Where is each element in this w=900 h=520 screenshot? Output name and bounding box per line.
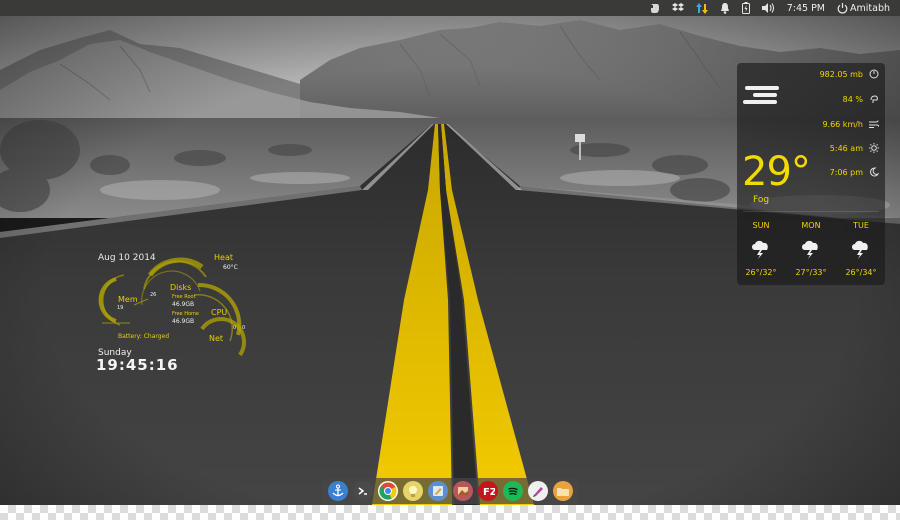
pressure-row: 982.05 mb bbox=[820, 69, 879, 79]
chrome-icon[interactable] bbox=[377, 481, 398, 501]
text-editor-icon[interactable] bbox=[427, 481, 448, 501]
net-value: 0 bbox=[242, 325, 246, 331]
terminal-icon[interactable] bbox=[352, 481, 373, 501]
system-monitor-widget: Aug 10 2014 Heat 60°C Mem 19 26 Disks Fr… bbox=[90, 245, 260, 375]
heat-label: Heat bbox=[214, 253, 233, 262]
humidity-row: 84 % bbox=[843, 94, 879, 104]
files-icon[interactable] bbox=[552, 481, 573, 501]
forecast-day: TUE 26°/34° bbox=[837, 221, 885, 277]
forecast-day-name: TUE bbox=[853, 221, 869, 230]
thunderstorm-icon bbox=[802, 240, 818, 259]
top-panel: 7:45 PM Amitabh bbox=[0, 0, 900, 16]
wind-icon bbox=[869, 120, 879, 128]
net-label: Net bbox=[209, 334, 224, 343]
cpu-value: 0 bbox=[233, 325, 237, 331]
power-icon[interactable] bbox=[831, 0, 850, 16]
notification-bell-icon[interactable] bbox=[714, 0, 736, 16]
network-updown-icon[interactable] bbox=[690, 0, 714, 16]
forecast-day: SUN 26°/32° bbox=[737, 221, 785, 277]
humidity-value: 84 % bbox=[842, 94, 863, 104]
panel-clock[interactable]: 7:45 PM bbox=[781, 0, 831, 16]
moon-icon bbox=[870, 167, 879, 177]
disks-label: Disks bbox=[170, 283, 192, 292]
disk-home-label: Free Home bbox=[172, 311, 199, 317]
panel-user-name[interactable]: Amitabh bbox=[850, 0, 896, 16]
battery-status: Battery: Charged bbox=[118, 333, 170, 340]
conky-clock: 19:45:16 bbox=[96, 356, 179, 374]
pressure-value: 982.05 mb bbox=[819, 69, 863, 79]
wind-row: 9.66 km/h bbox=[822, 119, 879, 129]
disk-root-label: Free Root bbox=[172, 294, 196, 300]
dock: FZ bbox=[322, 478, 578, 504]
divider bbox=[743, 211, 879, 212]
current-temperature: 29° bbox=[742, 149, 811, 195]
fog-icon bbox=[743, 86, 779, 104]
cpu-label: CPU bbox=[211, 308, 228, 317]
current-condition: Fog bbox=[753, 195, 770, 205]
forecast-day: MON 27°/33° bbox=[787, 221, 835, 277]
forecast-day-name: SUN bbox=[752, 221, 770, 230]
transparency-strip bbox=[0, 505, 900, 520]
sunset-row: 7:06 pm bbox=[830, 167, 879, 177]
mem-value-2: 26 bbox=[150, 292, 157, 298]
humidity-icon bbox=[870, 95, 878, 103]
mem-label: Mem bbox=[118, 295, 138, 304]
forecast-day-name: MON bbox=[801, 221, 821, 230]
battery-icon[interactable] bbox=[736, 0, 756, 16]
sun-icon bbox=[869, 143, 879, 153]
weather-widget: 982.05 mb 84 % 9.66 km/h 5:46 am 7:06 pm… bbox=[737, 63, 885, 285]
forecast-temps: 27°/33° bbox=[795, 268, 827, 277]
disk-root-value: 46.9GB bbox=[172, 301, 195, 308]
sunrise-row: 5:46 am bbox=[830, 143, 879, 153]
lightbulb-icon[interactable] bbox=[402, 481, 423, 501]
dropbox-icon[interactable] bbox=[666, 0, 690, 16]
thunderstorm-icon bbox=[752, 240, 768, 259]
svg-text:FZ: FZ bbox=[483, 487, 495, 498]
thunderstorm-icon bbox=[852, 240, 868, 259]
forecast-temps: 26°/32° bbox=[745, 268, 777, 277]
filezilla-icon[interactable]: FZ bbox=[477, 481, 498, 501]
disk-home-value: 46.9GB bbox=[172, 318, 195, 325]
sunrise-value: 5:46 am bbox=[829, 143, 863, 153]
inkscape-icon[interactable] bbox=[527, 481, 548, 501]
photos-icon[interactable] bbox=[452, 481, 473, 501]
spotify-icon[interactable] bbox=[502, 481, 523, 501]
volume-icon[interactable] bbox=[756, 0, 781, 16]
mem-value: 19 bbox=[117, 305, 124, 311]
anchor-icon[interactable] bbox=[327, 481, 348, 501]
gauge-icon bbox=[869, 69, 879, 79]
conky-date: Aug 10 2014 bbox=[98, 253, 156, 263]
sunset-value: 7:06 pm bbox=[829, 167, 863, 177]
wind-value: 9.66 km/h bbox=[822, 119, 863, 129]
evernote-icon[interactable] bbox=[644, 0, 666, 16]
forecast-temps: 26°/34° bbox=[845, 268, 877, 277]
heat-value: 60°C bbox=[223, 264, 238, 271]
